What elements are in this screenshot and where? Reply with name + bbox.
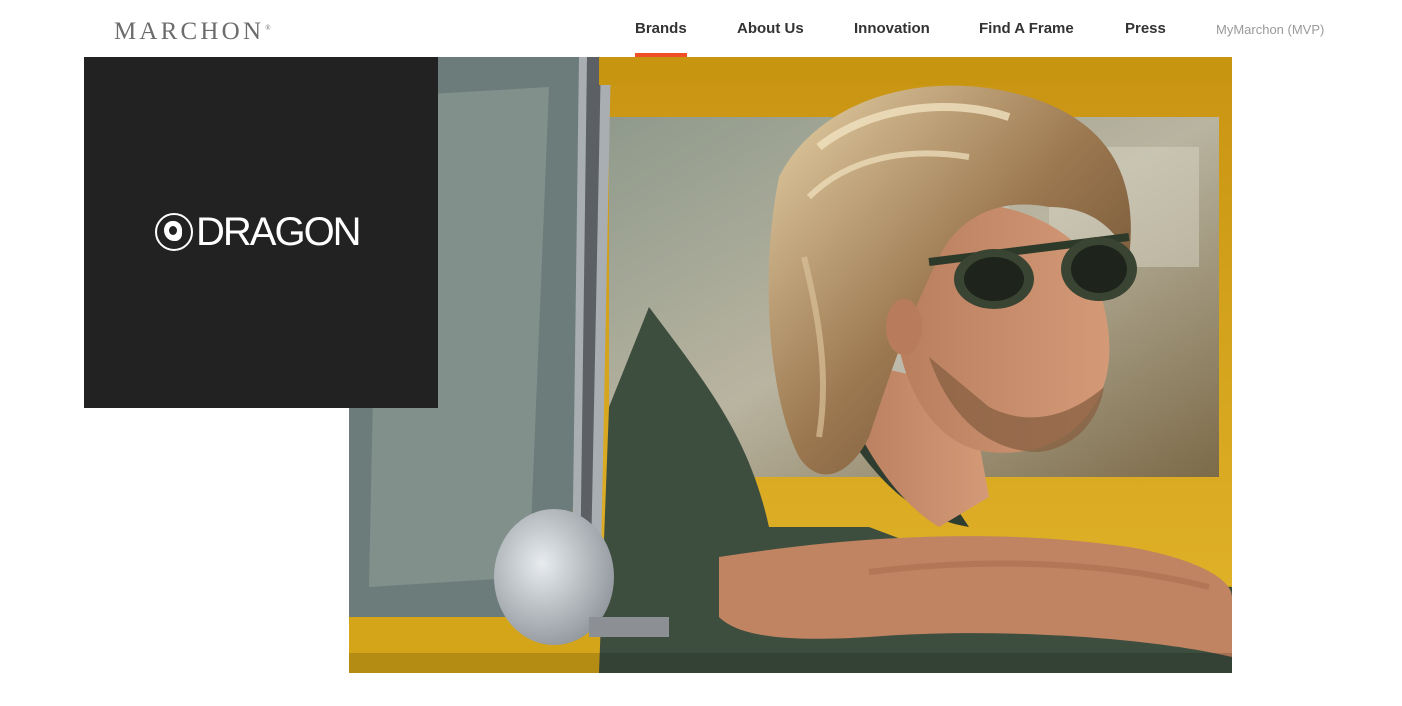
dragon-brand-logo[interactable]: DRAGON [155,210,362,254]
hero-photo [349,57,1232,673]
nav-brands[interactable]: Brands [635,19,687,57]
page: MARCHON Brands About Us Innovation Find … [0,0,1402,706]
dragon-emblem-icon [155,213,193,251]
nav-mymarchon[interactable]: MyMarchon (MVP) [1216,21,1324,39]
brand-name: DRAGON [196,210,362,254]
main-nav: Brands About Us Innovation Find A Frame … [0,0,1402,57]
nav-find-a-frame[interactable]: Find A Frame [979,19,1074,57]
nav-press[interactable]: Press [1125,19,1166,57]
site-header: MARCHON Brands About Us Innovation Find … [0,0,1402,57]
nav-innovation[interactable]: Innovation [854,19,930,57]
nav-about-us[interactable]: About Us [737,19,804,57]
